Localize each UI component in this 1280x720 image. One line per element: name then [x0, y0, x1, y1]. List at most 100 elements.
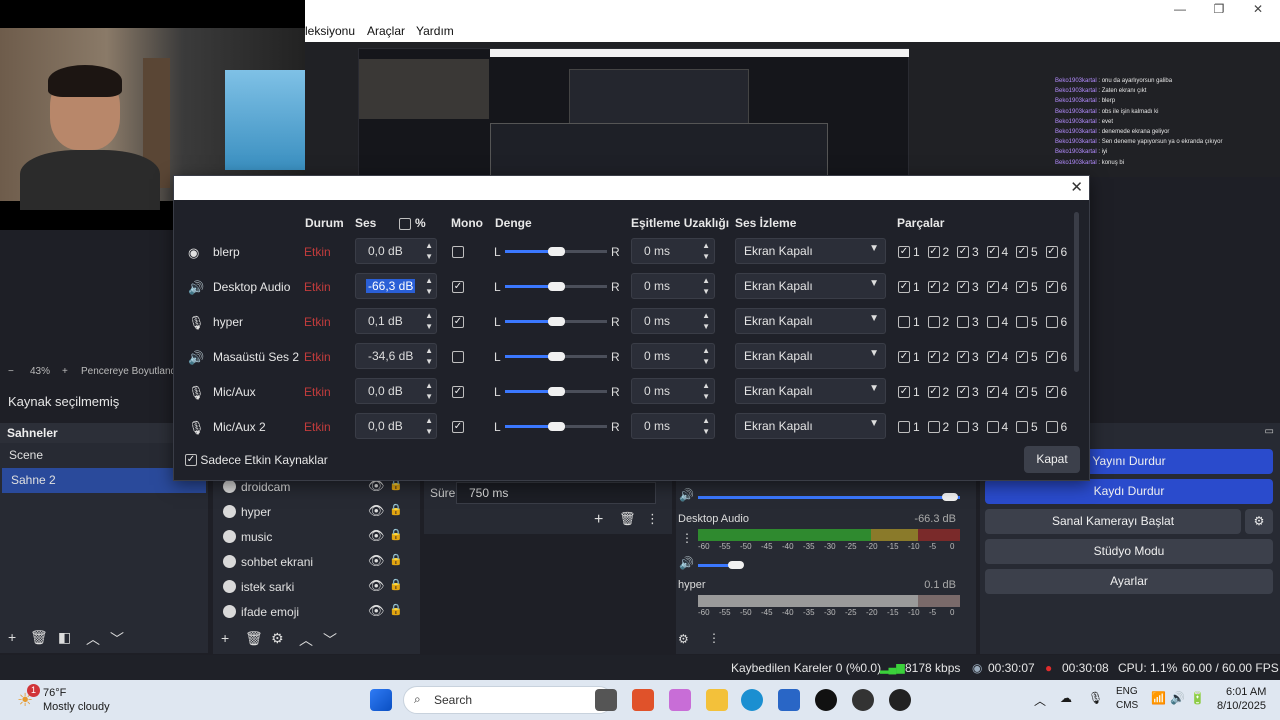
mono-checkbox[interactable]: ✓ [452, 281, 464, 293]
track-checkbox[interactable] [927, 315, 940, 328]
chevron-up-icon[interactable]: ▲ [425, 311, 433, 320]
track-checkbox[interactable]: ✓ [1016, 245, 1028, 258]
chevron-down-icon[interactable]: ▼ [702, 252, 710, 261]
filter-icon[interactable]: ◧ [58, 629, 71, 646]
eye-icon[interactable]: 👁 [368, 503, 385, 519]
menu-item-tools[interactable]: Araçlar [367, 24, 405, 38]
track-1-toggle[interactable]: ✓ 1 [898, 280, 920, 294]
edge-icon[interactable] [741, 689, 763, 711]
track-5-toggle[interactable]: ✓ 5 [1016, 385, 1038, 399]
chevron-up-icon[interactable]: ▲ [702, 381, 710, 390]
track-4-toggle[interactable]: ✓ 4 [986, 245, 1008, 259]
track-checkbox[interactable]: ✓ [957, 280, 969, 293]
track-checkbox[interactable] [957, 315, 969, 328]
track-1-toggle[interactable]: 1 [898, 420, 920, 434]
chevron-down-icon[interactable]: ▼ [425, 357, 433, 366]
track-6-toggle[interactable]: ✓ 6 [1045, 280, 1067, 294]
volume-spinbox[interactable]: 0,0 dB ▲ ▼ [355, 378, 437, 404]
obs-icon[interactable] [889, 689, 911, 711]
stop-recording-button[interactable]: Kaydı Durdur [985, 479, 1273, 504]
tiktok-icon[interactable] [815, 689, 837, 711]
balance-slider[interactable] [505, 387, 607, 396]
fit-window-button[interactable]: Pencereye Boyutland [81, 366, 176, 377]
windows-start-icon[interactable] [370, 689, 392, 711]
track-5-toggle[interactable]: ✓ 5 [1016, 280, 1038, 294]
track-checkbox[interactable]: ✓ [986, 385, 999, 398]
trash-icon[interactable]: 🗑 [245, 630, 263, 647]
track-3-toggle[interactable]: ✓ 3 [957, 385, 979, 399]
track-checkbox[interactable] [898, 420, 910, 433]
monitoring-dropdown[interactable]: Ekran Kapalı ▼ [735, 413, 886, 439]
close-icon[interactable]: ✕ [1070, 178, 1083, 196]
close-icon[interactable]: ✕ [1248, 2, 1268, 16]
track-checkbox[interactable]: ✓ [927, 280, 940, 293]
track-5-toggle[interactable]: 5 [1016, 420, 1038, 434]
clock-time[interactable]: 6:01 AM [1226, 686, 1266, 698]
lock-icon[interactable]: 🔒 [389, 503, 403, 516]
mono-checkbox[interactable]: ✓ [452, 316, 464, 328]
eye-icon[interactable]: 👁 [368, 578, 385, 594]
volume-spinbox[interactable]: -34,6 dB ▲ ▼ [355, 343, 437, 369]
chevron-up-icon[interactable]: ︿ [1034, 692, 1046, 709]
undock-icon[interactable]: ▭ [1265, 426, 1274, 437]
active-only-checkbox-row[interactable]: ✓ Sadece Etkin Kaynaklar [185, 453, 328, 467]
folder-icon[interactable] [706, 689, 728, 711]
start-virtual-camera-button[interactable]: Sanal Kamerayı Başlat [985, 509, 1241, 534]
track-3-toggle[interactable]: ✓ 3 [957, 350, 979, 364]
balance-slider[interactable] [505, 317, 607, 326]
language-bottom[interactable]: CMS [1116, 700, 1138, 711]
track-checkbox[interactable]: ✓ [1045, 350, 1058, 363]
search-input[interactable]: ⌕ Search [403, 686, 613, 714]
monitoring-dropdown[interactable]: Ekran Kapalı ▼ [735, 273, 886, 299]
sync-offset-spinbox[interactable]: 0 ms ▲ ▼ [631, 378, 715, 404]
monitoring-dropdown[interactable]: Ekran Kapalı ▼ [735, 378, 886, 404]
chevron-up-icon[interactable]: ▲ [702, 276, 710, 285]
minimize-icon[interactable]: — [1170, 2, 1190, 16]
chevron-down-icon[interactable]: ▼ [702, 357, 710, 366]
volume-slider[interactable] [698, 493, 960, 501]
track-checkbox[interactable]: ✓ [927, 385, 940, 398]
track-checkbox[interactable]: ✓ [957, 350, 969, 363]
chevron-down-icon[interactable]: ▼ [702, 287, 710, 296]
track-6-toggle[interactable]: ✓ 6 [1045, 245, 1067, 259]
language-top[interactable]: ENG [1116, 686, 1138, 697]
track-3-toggle[interactable]: ✓ 3 [957, 280, 979, 294]
settings-button[interactable]: Ayarlar [985, 569, 1273, 594]
status-toggle[interactable]: Etkin [304, 245, 331, 259]
track-checkbox[interactable]: ✓ [898, 350, 910, 363]
chevron-down-icon[interactable]: ▼ [425, 322, 433, 331]
track-4-toggle[interactable]: ✓ 4 [986, 280, 1008, 294]
mono-checkbox[interactable] [452, 351, 464, 363]
volume-slider[interactable] [698, 561, 744, 569]
sync-offset-spinbox[interactable]: 0 ms ▲ ▼ [631, 413, 715, 439]
status-toggle[interactable]: Etkin [304, 280, 331, 294]
track-2-toggle[interactable]: ✓ 2 [927, 385, 949, 399]
track-4-toggle[interactable]: ✓ 4 [986, 385, 1008, 399]
lock-icon[interactable]: 🔒 [389, 528, 403, 541]
monitoring-dropdown[interactable]: Ekran Kapalı ▼ [735, 343, 886, 369]
trash-icon[interactable]: 🗑 [619, 511, 636, 527]
track-3-toggle[interactable]: ✓ 3 [957, 245, 979, 259]
chevron-up-icon[interactable]: ▲ [702, 346, 710, 355]
track-checkbox[interactable]: ✓ [957, 245, 969, 258]
track-checkbox[interactable]: ✓ [898, 280, 910, 293]
close-button[interactable]: Kapat [1024, 446, 1080, 473]
more-vertical-icon[interactable]: ⋮ [646, 511, 659, 527]
zoom-in-button[interactable]: + [62, 366, 68, 377]
chevron-down-icon[interactable]: ﹀ [110, 629, 124, 649]
gear-icon[interactable]: ⚙ [1245, 509, 1273, 534]
status-toggle[interactable]: Etkin [304, 315, 331, 329]
volume-spinbox[interactable]: 0,1 dB ▲ ▼ [355, 308, 437, 334]
chevron-up-icon[interactable]: ▲ [702, 241, 710, 250]
mono-checkbox[interactable]: ✓ [452, 421, 464, 433]
mic-icon[interactable]: 🎙 [1088, 691, 1103, 705]
chevron-down-icon[interactable]: ▼ [425, 427, 433, 436]
track-checkbox[interactable]: ✓ [986, 245, 999, 258]
lock-icon[interactable]: 🔒 [389, 603, 403, 616]
track-checkbox[interactable]: ✓ [898, 385, 910, 398]
track-1-toggle[interactable]: ✓ 1 [898, 350, 920, 364]
volume-icon[interactable]: 🔊 [1170, 691, 1185, 705]
volume-spinbox[interactable]: 0,0 dB ▲ ▼ [355, 238, 437, 264]
track-checkbox[interactable] [1045, 420, 1058, 433]
track-2-toggle[interactable]: ✓ 2 [927, 350, 949, 364]
